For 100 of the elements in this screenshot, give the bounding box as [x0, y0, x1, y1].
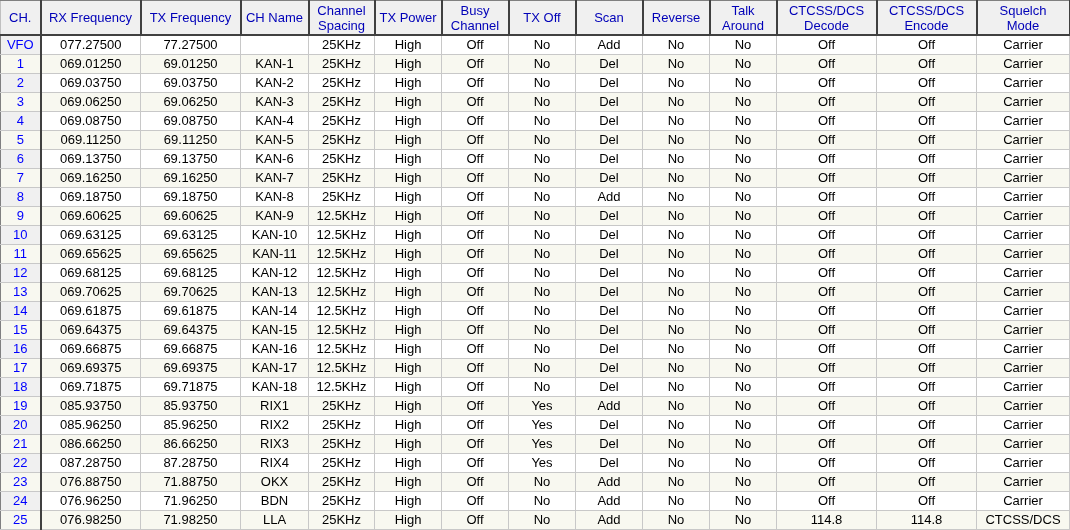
table-cell: 069.61875 — [40, 301, 141, 321]
table-cell: No — [508, 301, 576, 321]
table-cell: 085.96250 — [40, 415, 141, 435]
table-cell: RIX2 — [240, 415, 309, 435]
table-cell: High — [374, 263, 442, 283]
table-cell: Carrier — [976, 187, 1070, 207]
table-cell: 069.13750 — [40, 149, 141, 169]
table-cell: Off — [876, 339, 977, 359]
table-cell: Off — [441, 415, 509, 435]
column-header[interactable]: CH. — [0, 0, 41, 35]
table-cell: No — [642, 377, 710, 397]
table-cell: Carrier — [976, 339, 1070, 359]
table-cell: 69.68125 — [140, 263, 241, 283]
table-cell: 12.5KHz — [308, 225, 375, 245]
table-cell: Yes — [508, 453, 576, 473]
table-cell: No — [508, 377, 576, 397]
table-cell: Off — [776, 111, 877, 131]
table-cell: 12.5KHz — [308, 339, 375, 359]
table-cell: No — [508, 339, 576, 359]
table-cell: Del — [575, 415, 643, 435]
table-cell: 069.18750 — [40, 187, 141, 207]
table-cell: 25KHz — [308, 149, 375, 169]
column-header[interactable]: Talk Around — [709, 0, 777, 35]
table-cell: No — [642, 187, 710, 207]
column-header[interactable]: Squelch Mode — [976, 0, 1070, 35]
table-cell: Off — [776, 187, 877, 207]
table-cell: 87.28750 — [140, 453, 241, 473]
table-cell: Carrier — [976, 491, 1070, 511]
table-cell: Carrier — [976, 149, 1070, 169]
table-cell: Off — [441, 491, 509, 511]
table-cell: 25KHz — [308, 73, 375, 93]
table-cell: Off — [441, 73, 509, 93]
table-cell: Carrier — [976, 415, 1070, 435]
table-cell: 69.63125 — [140, 225, 241, 245]
table-cell: 12.5KHz — [308, 263, 375, 283]
column-header[interactable]: Reverse — [642, 0, 710, 35]
table-cell: High — [374, 453, 442, 473]
table-cell: 077.27500 — [40, 35, 141, 55]
table-cell: Off — [876, 453, 977, 473]
table-cell: Off — [876, 73, 977, 93]
table-cell: High — [374, 73, 442, 93]
row-header[interactable]: VFO — [0, 35, 41, 55]
table-cell: No — [642, 453, 710, 473]
table-cell: Add — [575, 35, 643, 55]
table-cell: 69.61875 — [140, 301, 241, 321]
column-header[interactable]: Busy Channel — [441, 0, 509, 35]
table-cell: Off — [441, 453, 509, 473]
table-cell: 77.27500 — [140, 35, 241, 55]
table-cell: Off — [776, 415, 877, 435]
table-cell: 69.18750 — [140, 187, 241, 207]
table-cell: Off — [876, 111, 977, 131]
table-cell: Off — [876, 149, 977, 169]
table-cell: KAN-18 — [240, 377, 309, 397]
table-cell: KAN-2 — [240, 73, 309, 93]
table-cell: 69.13750 — [140, 149, 241, 169]
table-cell: Del — [575, 301, 643, 321]
table-cell: Off — [876, 301, 977, 321]
table-cell: High — [374, 339, 442, 359]
table-cell: Off — [776, 263, 877, 283]
column-header[interactable]: CH Name — [240, 0, 309, 35]
table-cell: KAN-6 — [240, 149, 309, 169]
table-cell: Off — [441, 35, 509, 55]
table-cell: Del — [575, 149, 643, 169]
column-header[interactable]: TX Frequency — [140, 0, 241, 35]
table-cell: No — [642, 111, 710, 131]
column-header[interactable]: RX Frequency — [40, 0, 141, 35]
table-cell: Carrier — [976, 263, 1070, 283]
column-header[interactable]: TX Power — [374, 0, 442, 35]
table-cell: High — [374, 149, 442, 169]
table-cell: Off — [876, 35, 977, 55]
column-header[interactable]: Scan — [575, 0, 643, 35]
table-cell: 71.96250 — [140, 491, 241, 511]
table-cell: 069.08750 — [40, 111, 141, 131]
table-cell: Off — [776, 453, 877, 473]
table-cell: 069.03750 — [40, 73, 141, 93]
table-cell: 069.68125 — [40, 263, 141, 283]
table-cell: No — [642, 149, 710, 169]
table-cell: RIX4 — [240, 453, 309, 473]
table-cell: No — [709, 225, 777, 245]
table-cell: 25KHz — [308, 111, 375, 131]
table-cell: Off — [776, 73, 877, 93]
table-cell: No — [508, 225, 576, 245]
column-header[interactable]: CTCSS/DCS Decode — [776, 0, 877, 35]
table-cell: 69.03750 — [140, 73, 241, 93]
table-cell: No — [709, 301, 777, 321]
column-header[interactable]: TX Off — [508, 0, 576, 35]
column-header[interactable]: CTCSS/DCS Encode — [876, 0, 977, 35]
column-header[interactable]: Channel Spacing — [308, 0, 375, 35]
table-cell: High — [374, 415, 442, 435]
table-cell: Del — [575, 111, 643, 131]
table-cell: Carrier — [976, 73, 1070, 93]
table-cell: Del — [575, 225, 643, 245]
table-cell: High — [374, 491, 442, 511]
table-cell: High — [374, 301, 442, 321]
table-cell: 069.63125 — [40, 225, 141, 245]
table-cell: High — [374, 225, 442, 245]
table-cell: Off — [876, 491, 977, 511]
table-cell: 25KHz — [308, 453, 375, 473]
table-cell: No — [642, 339, 710, 359]
table-cell: Off — [441, 339, 509, 359]
